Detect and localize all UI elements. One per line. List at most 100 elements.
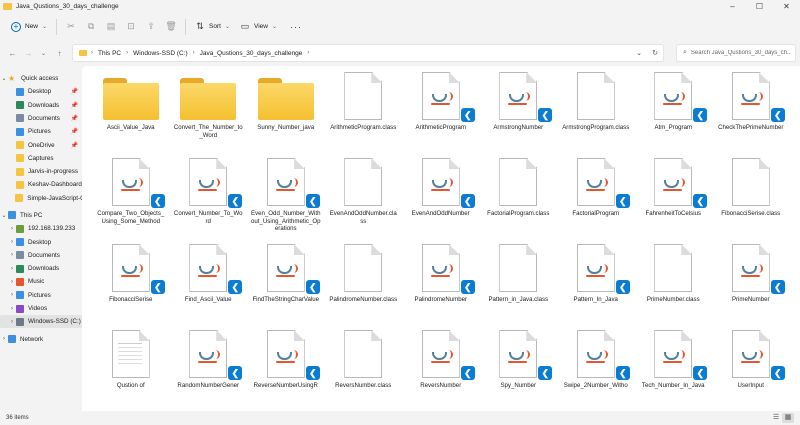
file-item[interactable]: ❮ FactorialProgram xyxy=(557,156,635,242)
sidebar-item-pc-2[interactable]: › Documents xyxy=(0,249,82,262)
file-item[interactable]: ❮ ArmstrongNumber xyxy=(480,70,558,156)
java-file-icon xyxy=(576,330,615,378)
file-name: FactorialProgram.class xyxy=(487,210,550,217)
large-icons-view-button[interactable]: ▦ xyxy=(782,413,794,423)
blank-file-icon xyxy=(576,72,615,120)
file-item[interactable]: ❮ CheckThePrimeNumber xyxy=(712,70,790,156)
file-item[interactable]: ArmstrongProgram.class xyxy=(557,70,635,156)
file-item[interactable]: ❮ EvenAndOddNumber xyxy=(402,156,480,242)
back-button[interactable]: ← xyxy=(4,45,21,62)
sidebar-item-quick-4[interactable]: OneDrive 📌 xyxy=(0,139,82,152)
sidebar-item-pc-7[interactable]: › Windows-SSD (C:) xyxy=(0,315,82,329)
navigation-pane[interactable]: ⌄ ★ Quick access Desktop 📌 Downloads 📌 Document… xyxy=(0,66,82,411)
file-item[interactable]: ❮ ReversNumber xyxy=(402,328,480,411)
item-count: 36 items xyxy=(6,415,29,421)
refresh-button[interactable]: ↻ xyxy=(647,49,663,57)
file-item[interactable]: ReversNumber.class xyxy=(325,328,403,411)
file-item[interactable]: Ascii_Value_Java xyxy=(92,70,170,156)
rename-button[interactable]: ⊡ xyxy=(121,17,141,37)
file-item[interactable]: FibonacciSerise.class xyxy=(712,156,790,242)
folder-icon xyxy=(3,3,12,10)
file-item[interactable]: FactorialProgram.class xyxy=(480,156,558,242)
file-item[interactable]: ❮ RandomNumberGener xyxy=(170,328,248,411)
file-view[interactable]: Ascii_Value_Java Convert_The_Number_to_Wo… xyxy=(82,66,800,411)
sidebar-item-quick-6[interactable]: Jarvis-in-progress xyxy=(0,165,82,178)
paste-button[interactable]: ▤ xyxy=(101,17,121,37)
vscode-badge-icon: ❮ xyxy=(770,366,785,380)
file-item[interactable]: ❮ Spy_Number xyxy=(480,328,558,411)
sidebar-item-quick-5[interactable]: Captures xyxy=(0,152,82,165)
file-grid: Ascii_Value_Java Convert_The_Number_to_Wo… xyxy=(92,70,790,411)
minimize-button[interactable]: – xyxy=(719,0,746,13)
file-item[interactable]: ❮ Pattern_In_Java xyxy=(557,242,635,328)
share-button[interactable]: ⇪ xyxy=(141,17,161,37)
folder-icon xyxy=(16,167,24,176)
sidebar-item-network[interactable]: › Network xyxy=(0,333,82,346)
sidebar-item-quick-1[interactable]: Downloads 📌 xyxy=(0,99,82,112)
file-item[interactable]: Pattern_in_Java.class xyxy=(480,242,558,328)
chevron-right-icon: › xyxy=(91,50,93,56)
breadcrumb-drive[interactable]: Windows-SSD (C:) xyxy=(133,50,188,57)
sidebar-item-pc-0[interactable]: › 192.168.139.233 xyxy=(0,222,82,235)
file-item[interactable]: ❮ PalindromeNumber xyxy=(402,242,480,328)
file-item[interactable]: ❮ UserInput xyxy=(712,328,790,411)
copy-button[interactable]: ⧉ xyxy=(81,17,101,37)
file-item[interactable]: ❮ FahrenheitToCelsius xyxy=(635,156,713,242)
file-item[interactable]: EvenAndOddNumber.class xyxy=(325,156,403,242)
file-item[interactable]: ❮ Find_Ascii_Value xyxy=(170,242,248,328)
sidebar-item-pc-4[interactable]: › Music xyxy=(0,275,82,288)
sidebar-item-quick-7[interactable]: Keshav-Dashboard xyxy=(0,178,82,191)
file-item[interactable]: ❮ Compare_Two_Objects_Using_Some_Method xyxy=(92,156,170,242)
file-item[interactable]: ❮ Swipe_2Number_Witho xyxy=(557,328,635,411)
file-item[interactable]: PrimeNumber.class xyxy=(635,242,713,328)
sidebar-item-quick-8[interactable]: Simple-JavaScript-C xyxy=(0,192,82,205)
view-button[interactable]: ▭ View ⌄ xyxy=(235,17,282,37)
sidebar-item-quick-2[interactable]: Documents 📌 xyxy=(0,112,82,125)
address-bar[interactable]: › This PC › Windows-SSD (C:) › Java_Qust… xyxy=(72,44,664,62)
search-input[interactable] xyxy=(690,50,791,56)
search-box[interactable]: ⌕ xyxy=(676,44,796,62)
sidebar-item-pc-1[interactable]: › Desktop xyxy=(0,236,82,249)
file-item[interactable]: ❮ ReverseNumberUsingR xyxy=(247,328,325,411)
chevron-right-icon: › xyxy=(11,252,13,259)
close-button[interactable]: ✕ xyxy=(773,0,800,13)
file-item[interactable]: ❮ Tech_Number_In_Java xyxy=(635,328,713,411)
sidebar-item-pc-6[interactable]: › Videos xyxy=(0,302,82,315)
chevron-down-icon: ⌄ xyxy=(42,24,48,30)
file-item[interactable]: Convert_The_Number_to_Word xyxy=(170,70,248,156)
address-dropdown-button[interactable]: ⌄ xyxy=(631,49,647,57)
sidebar-item-pc-3[interactable]: › Downloads xyxy=(0,262,82,275)
file-item[interactable]: Qustion of xyxy=(92,328,170,411)
sidebar-item-pc-5[interactable]: › Pictures xyxy=(0,289,82,302)
file-item[interactable]: ArithmeticProgram.class xyxy=(325,70,403,156)
sidebar-item-quick-3[interactable]: Pictures 📌 xyxy=(0,125,82,138)
file-item[interactable]: ❮ Even_Odd_Number_Without_Using_Arithmeti… xyxy=(247,156,325,242)
maximize-button[interactable]: ☐ xyxy=(746,0,773,13)
details-view-button[interactable]: ☰ xyxy=(770,413,782,423)
sidebar-item-quick-access[interactable]: ⌄ ★ Quick access xyxy=(0,72,82,85)
breadcrumb-this-pc[interactable]: This PC xyxy=(98,50,121,57)
file-item[interactable]: ❮ FindTheStringCharValue xyxy=(247,242,325,328)
file-item[interactable]: ❮ Convert_Number_To_Word xyxy=(170,156,248,242)
more-options-button[interactable]: ··· xyxy=(290,22,302,32)
sidebar-item-this-pc[interactable]: ⌄ This PC xyxy=(0,209,82,222)
cut-button[interactable]: ✂ xyxy=(61,17,81,37)
sort-button[interactable]: ⇅ Sort ⌄ xyxy=(190,17,235,37)
sort-label: Sort xyxy=(209,23,221,30)
folder-icon xyxy=(16,224,24,233)
blank-file-icon xyxy=(344,244,383,292)
breadcrumb-folder[interactable]: Java_Qustions_30_days_challenge xyxy=(200,50,303,57)
file-name: ReversNumber.class xyxy=(335,382,392,389)
file-item[interactable]: PalindromeNumber.class xyxy=(325,242,403,328)
delete-button[interactable]: 🗑 xyxy=(161,17,181,37)
sidebar-item-quick-0[interactable]: Desktop 📌 xyxy=(0,85,82,98)
title-bar: Java_Qustions_30_days_challenge – ☐ ✕ xyxy=(0,0,800,13)
file-item[interactable]: Sunny_Number_java xyxy=(247,70,325,156)
recent-locations-button[interactable]: ⌄ xyxy=(35,45,52,62)
file-item[interactable]: ❮ Atm_Program xyxy=(635,70,713,156)
file-item[interactable]: ❮ FibonacciSerise xyxy=(92,242,170,328)
file-item[interactable]: ❮ ArithmeticProgram xyxy=(402,70,480,156)
file-item[interactable]: ❮ PrimeNumber xyxy=(712,242,790,328)
up-button[interactable]: ↑ xyxy=(51,45,68,62)
new-button[interactable]: + New ⌄ xyxy=(6,17,52,37)
